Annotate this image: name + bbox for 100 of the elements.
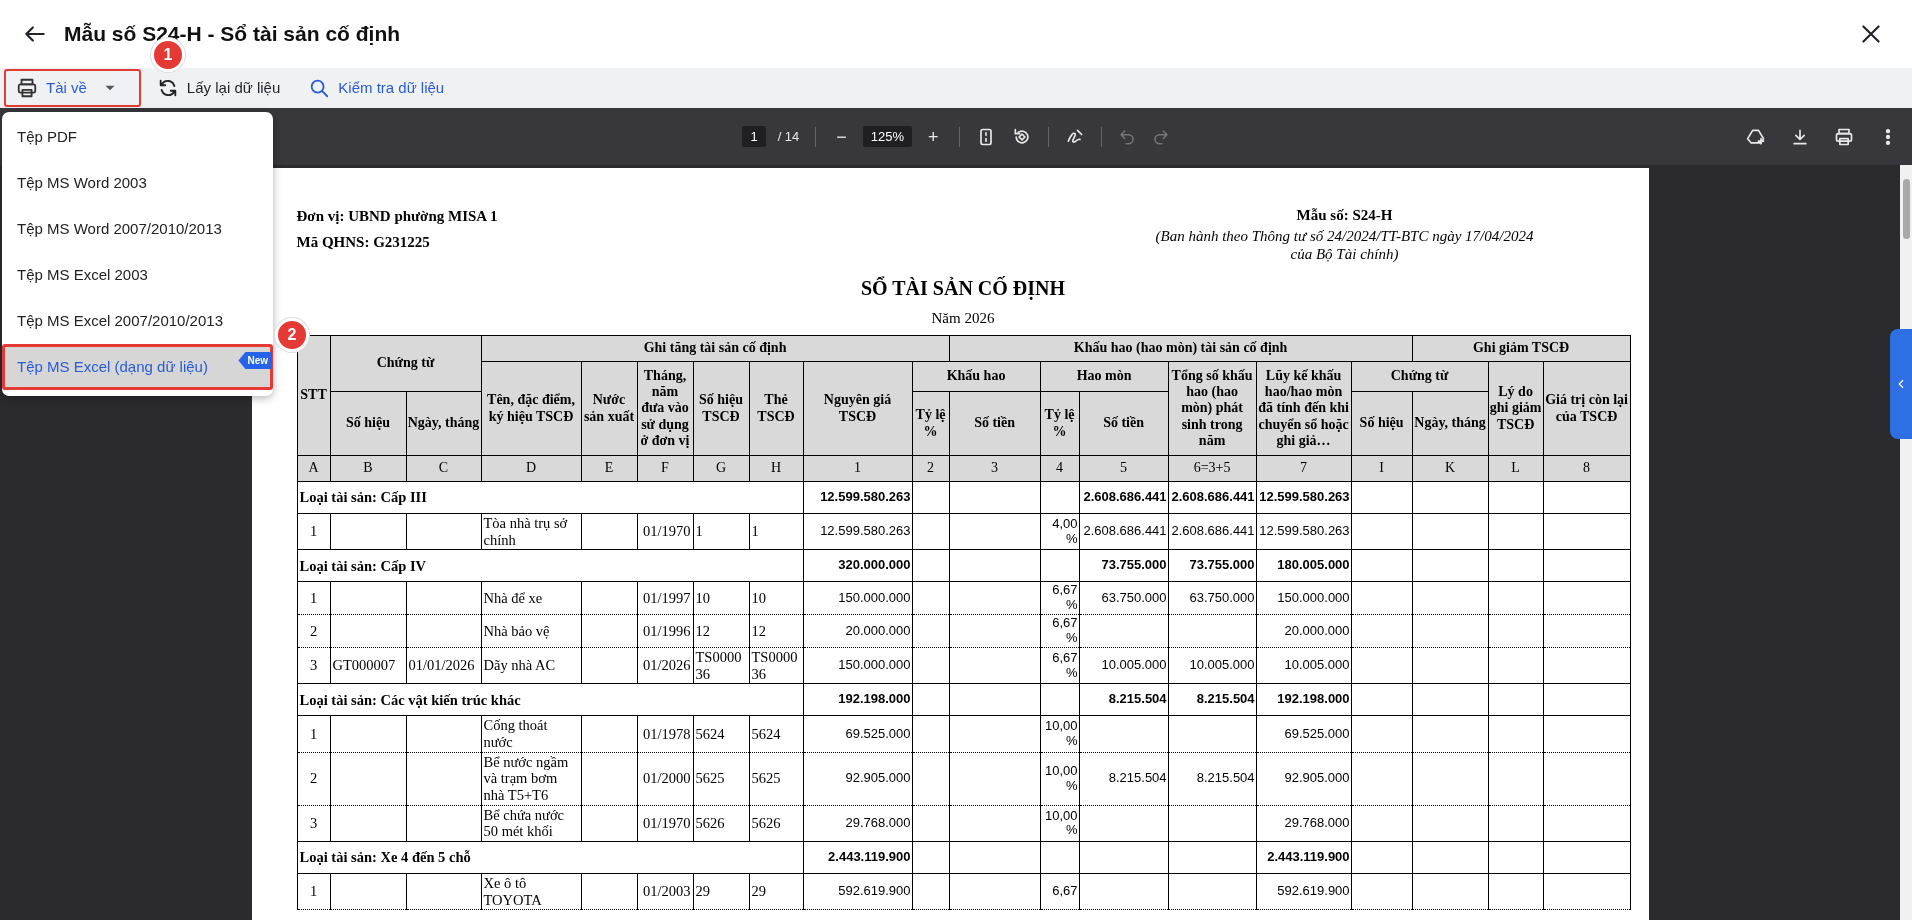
column-header: Ngày, tháng	[1412, 391, 1489, 456]
menu-item[interactable]: Tệp PDF	[2, 114, 273, 160]
table-cell: 73.755.000	[1079, 549, 1169, 582]
table-cell: 592.619.900	[1256, 873, 1352, 910]
table-cell: 8.215.504	[1168, 752, 1257, 806]
column-code: 6=3+5	[1168, 455, 1257, 482]
zoom-field[interactable]: 125%	[862, 125, 913, 148]
group-label: Loại tài sản: Các vật kiến trúc khác	[297, 683, 803, 716]
menu-item[interactable]: Tệp MS Word 2007/2010/2013	[2, 206, 273, 252]
table-cell: 150.000.000	[803, 581, 912, 615]
redo-icon[interactable]	[1151, 127, 1170, 146]
table-cell: 192.198.000	[803, 683, 912, 716]
table-cell: Xe ô tô TOYOTA	[481, 873, 581, 910]
table-cell: Tòa nhà trụ sở chính	[481, 513, 581, 550]
table-cell: 1	[297, 513, 330, 550]
issuance-note: (Ban hành theo Thông tư số 24/2024/TT-BTC ngày 17/04/2024 của Bộ Tài chính)	[1154, 226, 1535, 263]
column-header: Tổng số khấu hao (hao mòn) phát sinh trong năm	[1168, 361, 1257, 456]
document-title: SỔ TÀI SẢN CỐ ĐỊNH	[859, 275, 1067, 302]
table-cell: 2.608.686.441	[1079, 481, 1169, 514]
table-cell: 69.525.000	[803, 715, 912, 753]
menu-item[interactable]: Tệp MS Excel 2003	[2, 252, 273, 298]
zoom-in-button[interactable]: +	[924, 127, 943, 146]
search-icon	[308, 77, 331, 99]
table-cell: 1	[297, 581, 330, 615]
toolbar-button[interactable]: Lấy lại dữ liệu	[144, 69, 293, 107]
table-cell: 5624	[693, 715, 749, 753]
column-header: Số tiền	[1079, 391, 1169, 456]
table-cell: 180.005.000	[1256, 549, 1352, 582]
column-code: A	[297, 455, 330, 482]
group-label: Loại tài sản: Cấp IV	[297, 549, 803, 582]
table-cell: 01/01/2026	[406, 647, 481, 684]
table-cell: 12	[693, 614, 749, 648]
table-cell: TS000036	[693, 647, 749, 684]
table-cell: Nhà bảo vệ	[481, 614, 581, 648]
table-cell: 6,67	[1040, 873, 1080, 910]
table-cell: 5625	[693, 752, 749, 806]
table-cell: 5626	[749, 805, 803, 842]
table-cell: 592.619.900	[803, 873, 912, 910]
column-header: Giá trị còn lại của TSCĐ	[1543, 361, 1631, 456]
column-code: 5	[1079, 455, 1169, 482]
table-cell: Bể nước ngầm và trạm bơm nhà T5+T6	[481, 752, 581, 806]
budget-code: Mã QHNS: G231225	[296, 232, 431, 252]
undo-icon[interactable]	[1117, 127, 1136, 146]
column-code: K	[1412, 455, 1489, 482]
column-code: 7	[1256, 455, 1352, 482]
table-cell: 2.608.686.441	[1168, 481, 1257, 514]
column-code: 8	[1543, 455, 1631, 482]
table-cell: 63.750.000	[1079, 581, 1169, 615]
column-header: Lý do ghi giảm TSCĐ	[1488, 361, 1544, 456]
table-cell: Dãy nhà AC	[481, 647, 581, 684]
table-cell: 320.000.000	[803, 549, 912, 582]
table-cell: 29	[693, 873, 749, 910]
table-cell: 8.215.504	[1079, 752, 1169, 806]
zoom-out-button[interactable]: −	[832, 127, 851, 146]
toolbar-button[interactable]: Kiểm tra dữ liệu	[296, 69, 457, 107]
table-cell: 8.215.504	[1168, 683, 1257, 716]
table-cell: 5626	[693, 805, 749, 842]
table-cell: 10	[693, 581, 749, 615]
page-number-field[interactable]: 1	[742, 125, 766, 148]
printer-icon	[16, 77, 38, 99]
group-label: Loại tài sản: Xe 4 đến 5 chỗ	[297, 841, 803, 874]
column-code: C	[406, 455, 481, 482]
table-cell: 5624	[749, 715, 803, 753]
column-header: Tên, đặc điểm, ký hiệu TSCĐ	[481, 361, 581, 456]
table-cell: 12	[749, 614, 803, 648]
column-code: 3	[949, 455, 1041, 482]
column-code: B	[330, 455, 406, 482]
table-cell: 29	[749, 873, 803, 910]
page-count: / 14	[777, 127, 800, 146]
table-cell: 92.905.000	[1256, 752, 1352, 806]
column-header: Ngày, tháng	[406, 391, 481, 456]
table-cell: 2.443.119.900	[803, 841, 912, 874]
menu-item[interactable]: Tệp MS Word 2003	[2, 160, 273, 206]
table-cell: 10	[749, 581, 803, 615]
column-header: Số hiệu	[1351, 391, 1413, 456]
table-cell: 1	[297, 873, 330, 910]
group-label: Loại tài sản: Cấp III	[297, 481, 803, 514]
column-header: Nước sản xuất	[581, 361, 637, 456]
menu-item[interactable]: Tệp MS Excel (dạng dữ liệu) New	[2, 344, 273, 390]
column-header: Lũy kế khấu hao/hao mòn đã tính đến khi chuyển sổ hoặc ghi giả…	[1256, 361, 1352, 456]
table-cell: 192.198.000	[1256, 683, 1352, 716]
menu-item[interactable]: Tệp MS Excel 2007/2010/2013	[2, 298, 273, 344]
column-header: Ghi tăng tài sản cố định	[481, 335, 950, 362]
table-cell: 20.000.000	[803, 614, 912, 648]
table-cell: 2	[297, 752, 330, 806]
table-cell: 12.599.580.263	[1256, 481, 1352, 514]
table-cell: 2	[297, 614, 330, 648]
unit-name: Đơn vị: UBND phường MISA 1	[296, 207, 498, 226]
table-cell: 01/2000	[637, 752, 693, 806]
column-header: Chứng từ	[330, 335, 481, 392]
column-header: Tỷ lệ %	[1040, 391, 1080, 456]
table-cell: 150.000.000	[1256, 581, 1352, 615]
table-cell: Cống thoát nước	[481, 715, 581, 753]
table-cell: 01/1997	[637, 581, 693, 615]
column-header: Thẻ TSCĐ	[749, 361, 803, 456]
column-header: Số tiền	[949, 391, 1041, 456]
print-icon[interactable]	[1834, 126, 1854, 147]
column-code: 1	[803, 455, 912, 482]
toolbar-button[interactable]: Tài về	[4, 69, 141, 107]
table-cell: 3	[297, 647, 330, 684]
